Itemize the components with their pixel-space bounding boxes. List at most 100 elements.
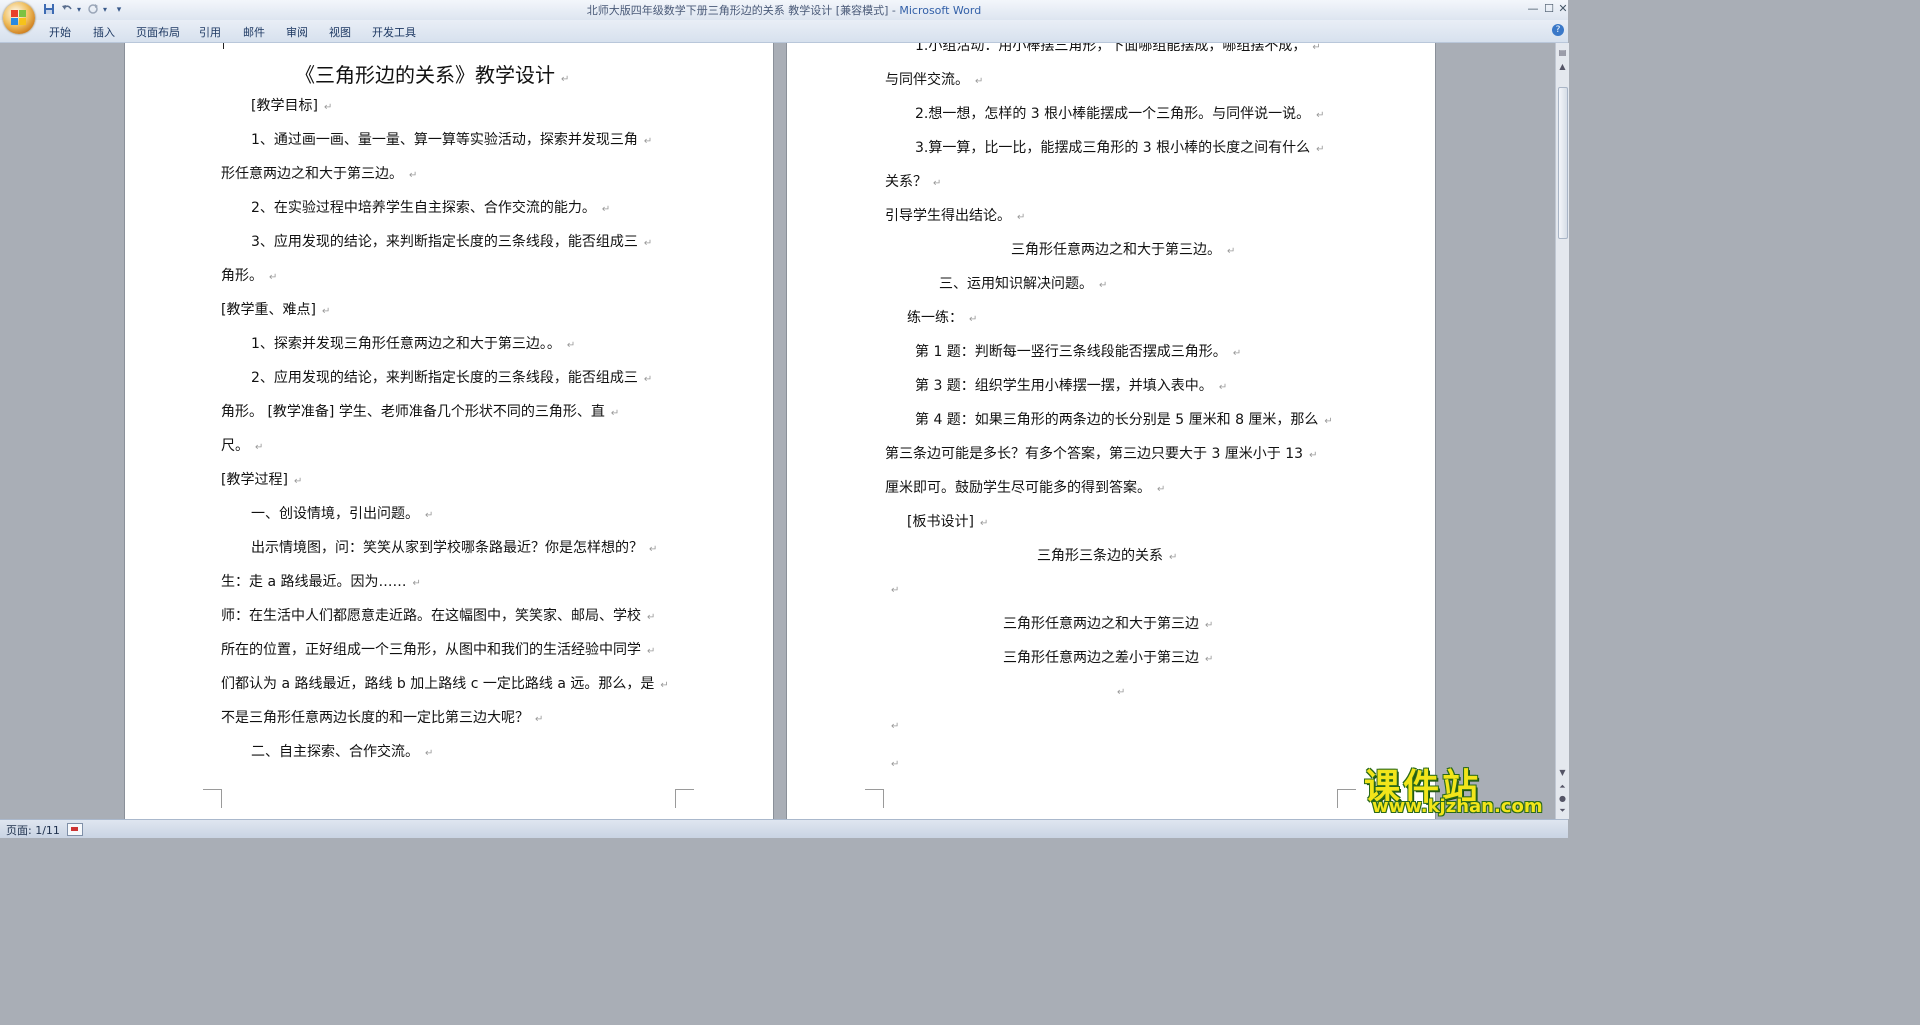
paragraph-line[interactable]: 第三条边可能是多长？有多个答案，第三边只要大于 3 厘米小于 13 ↵ [885,443,1317,463]
paragraph-line[interactable]: ↵ [885,717,899,733]
paragraph-line[interactable]: 三角形任意两边之和大于第三边 ↵ [1003,613,1213,633]
document-workspace: 《三角形边的关系》教学设计 ↵ [教学目标] ↵ 1、通过画一画、量一量、算一算等实验活… [0,43,1555,819]
tab-insert[interactable]: 插入 [93,24,115,40]
paragraph-mark-icon: ↵ [1232,348,1242,359]
paragraph-mark-icon: ↵ [1218,382,1228,393]
tab-view[interactable]: 视图 [329,24,351,40]
paragraph-mark-icon: ↵ [293,476,303,487]
scroll-up-icon[interactable]: ▲ [1557,61,1568,72]
app-name: Microsoft Word [899,4,982,17]
paragraph-line[interactable]: 关系？ ↵ [885,171,941,191]
paragraph-line[interactable]: 厘米即可。鼓励学生尽可能多的得到答案。 ↵ [885,477,1165,497]
document-title[interactable]: 《三角形边的关系》教学设计 ↵ [295,59,569,88]
paragraph-mark-icon: ↵ [1099,280,1108,291]
paragraph-mark-icon: ↵ [1157,484,1166,495]
paragraph-line[interactable]: 2、应用发现的结论，来判断指定长度的三条线段，能否组成三 ↵ [251,367,652,387]
paragraph-line[interactable]: 二、自主探索、合作交流。 ↵ [251,741,433,761]
tab-mailings[interactable]: 邮件 [243,24,265,40]
paragraph-line[interactable]: 所在的位置，正好组成一个三角形，从图中和我们的生活经验中同学 ↵ [221,639,655,659]
paragraph-mark-icon: ↵ [1312,43,1321,53]
tab-review[interactable]: 审阅 [286,24,308,40]
paragraph-mark-icon: ↵ [409,170,418,181]
paragraph-mark-icon: ↵ [1205,654,1214,665]
margin-crop-mark [1337,789,1356,808]
close-button[interactable]: ✕ [1554,1,1572,17]
paragraph-mark-icon: ↵ [643,374,653,385]
paragraph-line[interactable]: ↵ [885,755,899,771]
paragraph-mark-icon: ↵ [1205,620,1214,631]
paragraph-mark-icon: ↵ [323,102,333,113]
paragraph-line[interactable]: 三角形任意两边之差小于第三边 ↵ [1003,647,1213,667]
paragraph-line[interactable]: 第 1 题：判断每一竖行三条线段能否摆成三角形。 ↵ [915,341,1241,361]
paragraph-line[interactable]: 一、创设情境，引出问题。 ↵ [251,503,433,523]
next-page-icon[interactable]: ⏷ [1557,805,1568,816]
paragraph-mark-icon: ↵ [561,74,570,85]
paragraph-line[interactable]: 尺。 ↵ [221,435,263,455]
paragraph-line[interactable]: 与同伴交流。 ↵ [885,69,983,89]
office-button[interactable] [3,2,35,34]
paragraph-line[interactable]: 师：在生活中人们都愿意走近路。在这幅图中，笑笑家、邮局、学校 ↵ [221,605,655,625]
paragraph-line[interactable]: ↵ [1111,683,1125,699]
paragraph-line[interactable]: 角形。 [教学准备] 学生、老师准备几个形状不同的三角形、直 ↵ [221,401,619,421]
paragraph-line[interactable]: 2、在实验过程中培养学生自主探索、合作交流的能力。 ↵ [251,197,610,217]
help-icon[interactable]: ? [1552,24,1564,36]
paragraph-mark-icon: ↵ [647,646,656,657]
paragraph-mark-icon: ↵ [566,340,576,351]
page-indicator[interactable]: 页面: 1/11 [6,822,60,838]
paragraph-mark-icon: ↵ [660,680,669,691]
paragraph-line[interactable]: 生：走 a 路线最近。因为…… ↵ [221,571,421,591]
margin-crop-mark [865,789,884,808]
browse-object-icon[interactable]: ● [1557,793,1568,804]
paragraph-line[interactable]: 引导学生得出结论。 ↵ [885,205,1025,225]
paragraph-mark-icon: ↵ [425,748,434,759]
paragraph-line[interactable]: [板书设计] ↵ [907,511,988,531]
margin-crop-mark [675,789,694,808]
previous-page-icon[interactable]: ⏶ [1557,781,1568,792]
document-name: 北师大版四年级数学下册三角形边的关系 教学设计 [兼容模式] [586,4,889,17]
paragraph-line[interactable]: 三角形三条边的关系 ↵ [1037,545,1177,565]
document-page-left[interactable]: 《三角形边的关系》教学设计 ↵ [教学目标] ↵ 1、通过画一画、量一量、算一算等实验活… [124,43,774,819]
paragraph-line[interactable]: 不是三角形任意两边长度的和一定比第三边大呢？ ↵ [221,707,543,727]
paragraph-line[interactable]: 三角形任意两边之和大于第三边。 ↵ [1011,239,1235,259]
paragraph-mark-icon: ↵ [1316,144,1325,155]
tab-page-layout[interactable]: 页面布局 [136,24,180,40]
paragraph-mark-icon: ↵ [643,238,653,249]
paragraph-line[interactable]: 1、通过画一画、量一量、算一算等实验活动，探索并发现三角 ↵ [251,129,652,149]
document-page-right[interactable]: 1.小组活动：用小棒摆三角形，下面哪组能摆成，哪组摆不成， ↵ 与同伴交流。 ↵ 2.想… [786,43,1436,819]
paragraph-mark-icon: ↵ [643,136,653,147]
paragraph-mark-icon: ↵ [1117,687,1126,698]
paragraph-line[interactable]: 第 4 题：如果三角形的两条边的长分别是 5 厘米和 8 厘米，那么 ↵ [915,409,1333,429]
paragraph-line[interactable]: [教学重、难点] ↵ [221,299,330,319]
watermark-url: www.kjzhan.com [1372,796,1543,817]
paragraph-mark-icon: ↵ [535,714,544,725]
vertical-scrollbar[interactable]: ▤ ▲ ▼ ⏶ ● ⏷ [1555,43,1569,819]
paragraph-line[interactable]: 练一练： ↵ [907,307,977,327]
paragraph-line[interactable]: 角形。 ↵ [221,265,277,285]
scroll-down-icon[interactable]: ▼ [1557,767,1568,778]
paragraph-line[interactable]: 第 3 题：组织学生用小棒摆一摆，并填入表中。 ↵ [915,375,1227,395]
paragraph-line[interactable]: 1.小组活动：用小棒摆三角形，下面哪组能摆成，哪组摆不成， ↵ [915,43,1321,55]
paragraph-line[interactable]: 3.算一算，比一比，能摆成三角形的 3 根小棒的长度之间有什么 ↵ [915,137,1325,157]
tab-references[interactable]: 引用 [199,24,221,40]
ribbon-tab-bar: 开始 插入 页面布局 引用 邮件 审阅 视图 开发工具 ? [0,20,1568,43]
paragraph-line[interactable]: [教学过程] ↵ [221,469,302,489]
paragraph-line[interactable]: 形任意两边之和大于第三边。 ↵ [221,163,417,183]
paragraph-line[interactable]: 3、应用发现的结论，来判断指定长度的三条线段，能否组成三 ↵ [251,231,652,251]
tab-home[interactable]: 开始 [49,24,71,40]
paragraph-line[interactable]: 出示情境图，问：笑笑从家到学校哪条路最近？你是怎样想的？ ↵ [251,537,657,557]
paragraph-line[interactable]: 1、探索并发现三角形任意两边之和大于第三边。。 ↵ [251,333,575,353]
paragraph-mark-icon: ↵ [1169,552,1178,563]
paragraph-line[interactable]: 们都认为 a 路线最近，路线 b 加上路线 c 一定比路线 a 远。那么，是 ↵ [221,673,669,693]
paragraph-line[interactable]: [教学目标] ↵ [251,95,332,115]
paragraph-line[interactable]: 2.想一想，怎样的 3 根小棒能摆成一个三角形。与同伴说一说。 ↵ [915,103,1325,123]
tab-developer[interactable]: 开发工具 [372,24,416,40]
proofing-icon[interactable] [67,823,83,836]
paragraph-line[interactable]: ↵ [885,581,899,597]
paragraph-mark-icon: ↵ [269,272,278,283]
window-title: 北师大版四年级数学下册三角形边的关系 教学设计 [兼容模式] - Microso… [586,4,982,17]
text-boundary-mark [223,43,224,49]
ruler-toggle-icon[interactable]: ▤ [1557,47,1568,58]
paragraph-line[interactable]: 三、运用知识解决问题。 ↵ [939,273,1107,293]
title-bar: ▾ ▾ ▾ 北师大版四年级数学下册三角形边的关系 教学设计 [兼容模式] - M… [0,0,1568,34]
scrollbar-thumb[interactable] [1558,87,1568,239]
